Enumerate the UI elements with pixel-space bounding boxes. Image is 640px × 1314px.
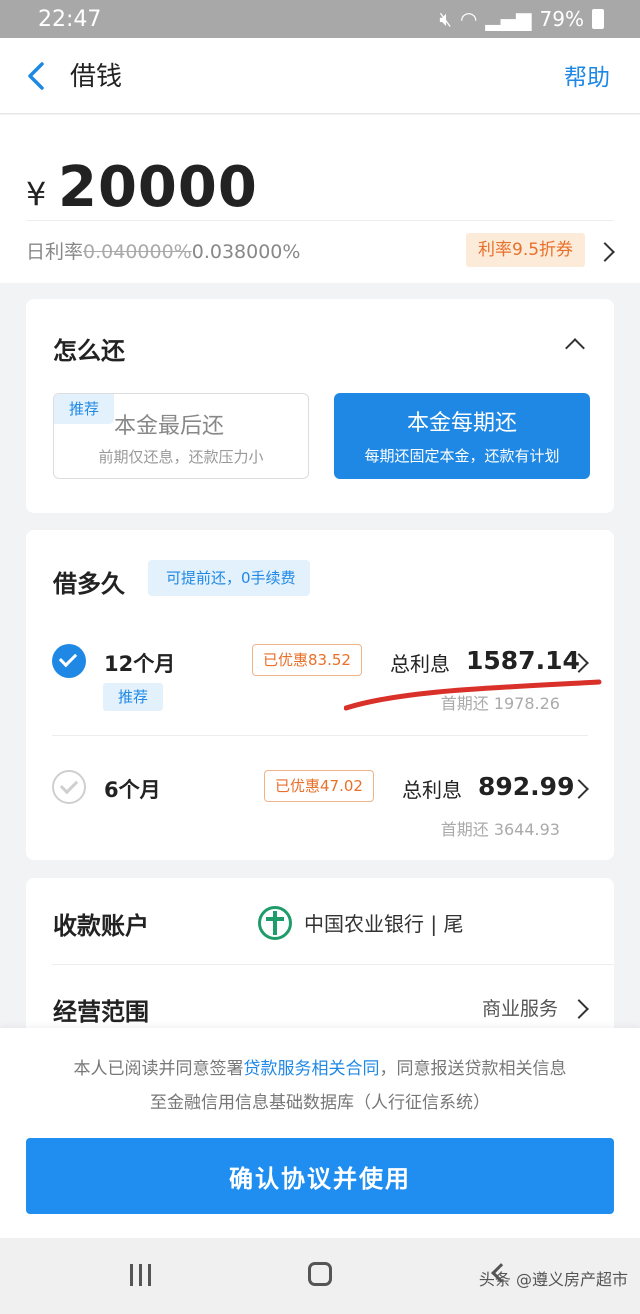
option-principal-each[interactable]: 本金每期还 每期还固定本金，还款有计划 xyxy=(334,393,590,479)
prepay-tag: 可提前还，0手续费 xyxy=(148,560,310,596)
checkbox-checked-icon[interactable] xyxy=(52,644,86,678)
first-payment: 首期还 3644.93 xyxy=(440,820,560,839)
rate-label: 日利率 xyxy=(26,241,84,263)
bank-name[interactable]: 中国农业银行 | 尾 xyxy=(304,908,463,937)
agreement-panel: 本人已阅读并同意签署贷款服务相关合同，同意报送贷款相关信息 至金融信用信息基础数… xyxy=(0,1028,640,1238)
daily-rate: 日利率0.040000%0.038000% xyxy=(26,237,300,264)
discount-badge: 已优惠47.02 xyxy=(264,770,374,802)
repay-title: 怎么还 xyxy=(53,337,125,365)
bank-logo-icon xyxy=(258,906,292,940)
repay-method-card: 怎么还 推荐 本金最后还 前期仅还息，还款压力小 本金每期还 每期还固定本金，还… xyxy=(26,299,614,513)
watermark: 头条 @遵义房产超市 xyxy=(478,1270,628,1289)
system-nav-bar: 头条 @遵义房产超市 xyxy=(0,1238,640,1314)
option-subtitle: 每期还固定本金，还款有计划 xyxy=(364,447,560,465)
contract-link[interactable]: 贷款服务相关合同 xyxy=(244,1059,380,1079)
option-title: 本金每期还 xyxy=(406,411,517,436)
chevron-right-icon[interactable] xyxy=(569,999,589,1019)
account-title: 收款账户 xyxy=(53,912,149,940)
term-title: 借多久 xyxy=(53,570,125,598)
option-title: 本金最后还 xyxy=(114,414,225,439)
home-icon[interactable] xyxy=(308,1262,332,1286)
agreement-text: ，同意报送贷款相关信息 xyxy=(379,1059,567,1079)
help-link[interactable]: 帮助 xyxy=(564,58,610,92)
agreement-line-2: 至金融信用信息基础数据库（人行征信系统） xyxy=(150,1093,490,1113)
nav-bar: 借钱 帮助 xyxy=(0,38,640,114)
account-divider xyxy=(52,964,614,965)
option-principal-last[interactable]: 推荐 本金最后还 前期仅还息，还款压力小 xyxy=(53,393,309,479)
wifi-icon: ◠ xyxy=(459,7,478,31)
term-option-12[interactable]: 12个月 xyxy=(104,648,175,678)
rate-old: 0.040000% xyxy=(83,241,192,263)
page-title: 借钱 xyxy=(70,62,123,92)
amount-section: ¥ 20000 日利率0.040000%0.038000% 利率9.5折券 xyxy=(0,115,640,283)
rate-new: 0.038000% xyxy=(191,241,301,263)
chevron-right-icon[interactable] xyxy=(595,242,615,262)
currency-symbol: ¥ xyxy=(26,175,47,213)
recent-apps-icon[interactable] xyxy=(128,1264,154,1286)
status-icons: 🔇︎ ◠ ▂▄▆ 79% xyxy=(439,7,604,31)
agreement-line-1: 本人已阅读并同意签署贷款服务相关合同，同意报送贷款相关信息 xyxy=(0,1054,640,1079)
checkbox-unchecked-icon[interactable] xyxy=(52,770,86,804)
rate-coupon-badge[interactable]: 利率9.5折券 xyxy=(466,233,586,267)
term-divider xyxy=(52,735,588,736)
amount-divider xyxy=(26,220,614,221)
recommend-tag: 推荐 xyxy=(103,683,163,711)
chevron-up-icon[interactable] xyxy=(565,338,585,358)
back-arrow-icon[interactable] xyxy=(26,62,46,90)
handwritten-underline xyxy=(344,679,602,711)
total-interest-value: 892.99 xyxy=(478,772,575,801)
scope-title: 经营范围 xyxy=(53,998,149,1026)
account-card: 收款账户 中国农业银行 | 尾 经营范围 商业服务 xyxy=(26,878,614,1028)
agreement-text: 本人已阅读并同意签署 xyxy=(73,1059,244,1079)
term-card: 借多久 可提前还，0手续费 12个月 推荐 已优惠83.52 总利息 1587.… xyxy=(26,530,614,860)
option-subtitle: 前期仅还息，还款压力小 xyxy=(98,448,264,466)
term-option-6[interactable]: 6个月 xyxy=(104,774,161,804)
recommend-tag: 推荐 xyxy=(54,394,114,424)
status-time: 22:47 xyxy=(38,6,102,32)
battery-icon xyxy=(592,9,604,29)
signal-icon: ▂▄▆ xyxy=(485,7,532,31)
confirm-button[interactable]: 确认协议并使用 xyxy=(26,1138,614,1214)
loan-amount[interactable]: 20000 xyxy=(58,155,258,220)
battery-percent: 79% xyxy=(539,7,584,31)
scope-value[interactable]: 商业服务 xyxy=(482,994,558,1021)
status-bar: 22:47 🔇︎ ◠ ▂▄▆ 79% xyxy=(0,0,640,38)
total-interest-label: 总利息 xyxy=(402,778,462,802)
mute-icon: 🔇︎ xyxy=(439,7,452,31)
